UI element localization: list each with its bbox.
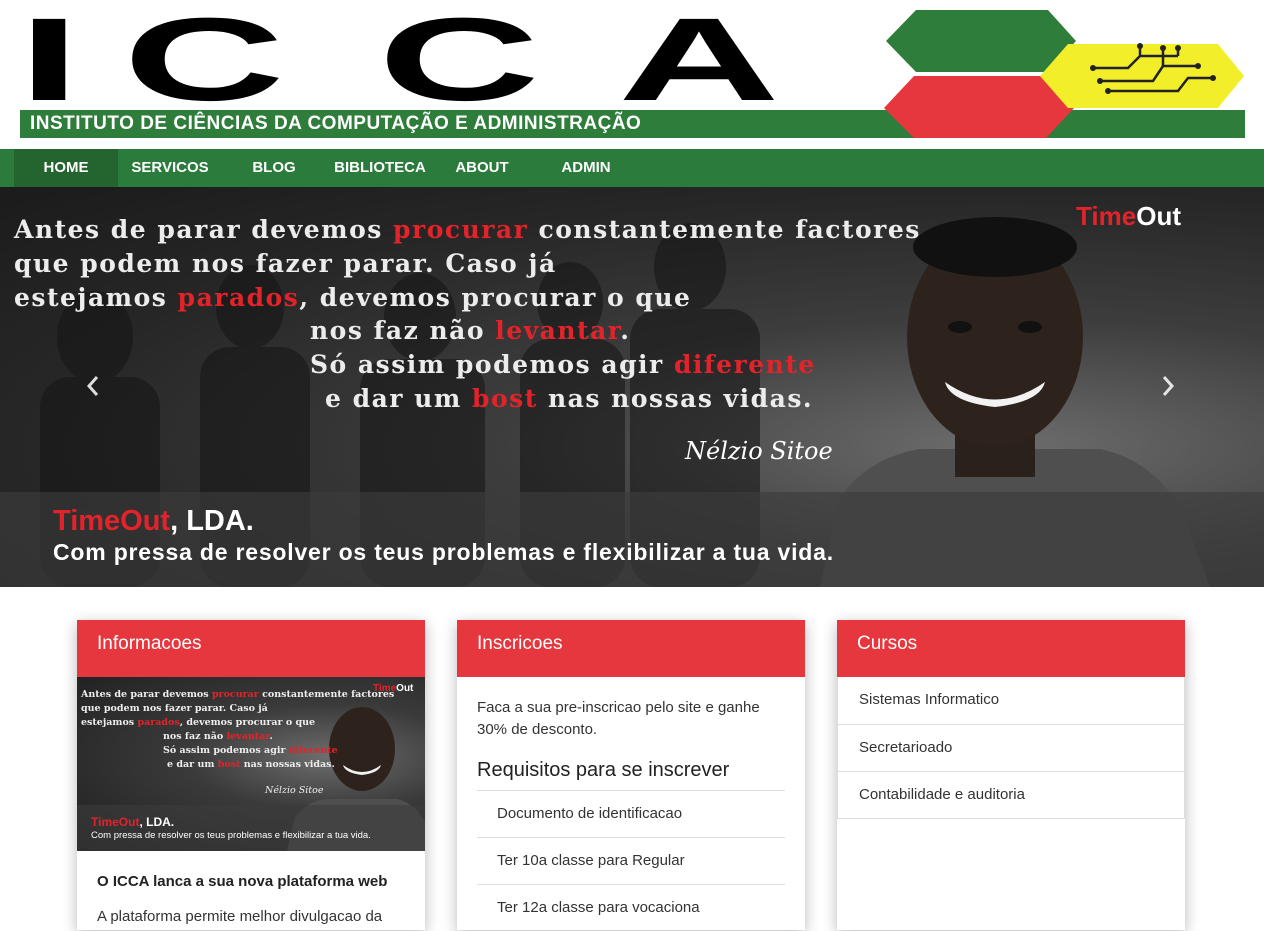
carousel-prev-button[interactable] (83, 375, 103, 399)
quote-text: que podem nos fazer parar. Caso já (14, 249, 557, 278)
requirement-item: Ter 10a classe para Regular (477, 837, 785, 884)
caption-brand: TimeOut (53, 505, 171, 537)
info-card-header: Informacoes (77, 620, 425, 677)
carousel-next-button[interactable] (1158, 375, 1178, 399)
quote-line: e dar um bost nas nossas vidas. (325, 384, 813, 413)
thumb-brand-time: Time (373, 683, 397, 694)
course-item[interactable]: Secretarioado (838, 724, 1184, 771)
thumb-quote-highlight: diferente (288, 745, 338, 756)
quote-highlight: levantar (495, 316, 621, 345)
quote-text: . (620, 316, 631, 345)
courses-list: Sistemas Informatico Secretarioado Conta… (837, 677, 1185, 819)
thumb-quote-highlight: bost (217, 759, 241, 770)
quote-line: estejamos parados, devemos procurar o qu… (14, 283, 691, 312)
quote-line: Só assim podemos agir diferente (310, 350, 816, 379)
thumb-quote-text: Só assim podemos agir (163, 745, 289, 756)
brand-out: Out (1136, 201, 1181, 231)
thumb-quote-line: Antes de parar devemos procurar constant… (81, 689, 394, 700)
nav-blog[interactable]: BLOG (232, 149, 316, 187)
inscricoes-card-header: Inscricoes (457, 620, 805, 677)
course-item[interactable]: Contabilidade e auditoria (838, 771, 1184, 818)
cursos-card: Cursos Sistemas Informatico Secretarioad… (837, 620, 1185, 930)
quote-highlight: bost (472, 384, 538, 413)
thumb-signature: Nélzio Sitoe (265, 785, 324, 796)
thumb-quote-highlight: levantar (226, 731, 270, 742)
quote-text: constantemente factores (528, 215, 921, 244)
thumb-brand-out: Out (396, 683, 414, 694)
nav-servicos[interactable]: SERVICOS (120, 149, 220, 187)
requirement-item: Documento de identificacao (477, 790, 785, 837)
quote-line: Antes de parar devemos procurar constant… (14, 215, 921, 244)
inscricoes-card: Inscricoes Faca a sua pre-inscricao pelo… (457, 620, 805, 930)
quote-text: Só assim podemos agir (310, 350, 674, 379)
chevron-left-icon (86, 376, 99, 396)
quote-signature: Nélzio Sitoe (685, 437, 833, 465)
cursos-card-header: Cursos (837, 620, 1185, 677)
logo-wordmark[interactable]: I C C A (18, 0, 878, 126)
nav-biblioteca[interactable]: BIBLIOTECA (330, 149, 430, 187)
requirements-list: Documento de identificacao Ter 10a class… (477, 790, 785, 931)
thumb-quote-line: nos faz não levantar. (163, 731, 273, 742)
carousel-brand-logo: TimeOut (1076, 201, 1181, 232)
thumb-quote-line: e dar um bost nas nossas vidas. (167, 759, 335, 770)
thumb-brand-logo: TimeOut (373, 683, 413, 694)
carousel-caption-subtitle: Com pressa de resolver os teus problemas… (53, 539, 834, 565)
requirement-item: Ter 12a classe para vocaciona (477, 884, 785, 931)
thumb-quote-text: nos faz não (163, 731, 227, 742)
inscricoes-card-text: Faca a sua pre-inscricao pelo site e gan… (477, 699, 760, 738)
logo-letter: C (378, 0, 540, 126)
main-navbar: HOME SERVICOS BLOG BIBLIOTECA ABOUT ADMI… (0, 149, 1264, 187)
logo-letter: C (123, 0, 285, 126)
quote-highlight: procurar (393, 215, 529, 244)
nav-home[interactable]: HOME (14, 149, 118, 187)
quote-text: nos faz não (310, 316, 496, 345)
thumb-caption-rest: , LDA. (139, 815, 175, 829)
brand-time: Time (1076, 201, 1137, 231)
chevron-right-icon (1162, 376, 1175, 396)
thumb-caption-subtitle: Com pressa de resolver os teus problemas… (91, 830, 371, 841)
logo-letter: A (618, 0, 780, 126)
thumb-quote-highlight: procurar (211, 689, 259, 700)
info-card: Informacoes Antes de parar devemos procu… (77, 620, 425, 930)
nav-about[interactable]: ABOUT (446, 149, 518, 187)
info-card-title[interactable]: O ICCA lanca a sua nova plataforma web (77, 851, 425, 890)
thumb-quote-text: e dar um (167, 759, 218, 770)
thumb-quote-text: , devemos procurar o que (179, 717, 316, 728)
thumb-caption-title: TimeOut, LDA. (91, 815, 174, 829)
info-card-text: A plataforma permite melhor divulgacao d… (97, 908, 383, 925)
hero-carousel[interactable]: TimeOut Antes de parar devemos procurar … (0, 187, 1264, 587)
thumb-quote-line: estejamos parados, devemos procurar o qu… (81, 717, 315, 728)
thumb-quote-text: Antes de parar devemos (81, 689, 212, 700)
thumb-caption-brand: TimeOut (91, 815, 140, 829)
quote-highlight: parados (177, 283, 300, 312)
circuit-emblem-icon (884, 10, 1244, 138)
info-card-image[interactable]: Antes de parar devemos procurar constant… (77, 677, 425, 851)
thumb-quote-line: Só assim podemos agir diferente (163, 745, 338, 756)
caption-title-rest: , LDA. (170, 505, 254, 537)
logo-tagline: INSTITUTO DE CIÊNCIAS DA COMPUTAÇÃO E AD… (30, 113, 642, 134)
requirements-heading: Requisitos para se inscrever (477, 759, 730, 781)
site-header-banner: I C C A INSTITUTO DE CIÊNCIAS DA COMPUTA… (0, 0, 1264, 149)
quote-text: , devemos procurar o que (299, 283, 692, 312)
thumb-quote-text: . (269, 731, 273, 742)
quote-text: estejamos (14, 283, 178, 312)
quote-text: Antes de parar devemos (14, 215, 394, 244)
thumb-quote-line: que podem nos fazer parar. Caso já (81, 703, 268, 714)
quote-text: nas nossas vidas. (537, 384, 814, 413)
nav-admin[interactable]: ADMIN (550, 149, 622, 187)
quote-line: nos faz não levantar. (310, 316, 630, 345)
thumb-quote-text: nas nossas vidas. (240, 759, 335, 770)
thumb-quote-text: estejamos (81, 717, 138, 728)
quote-text: e dar um (325, 384, 472, 413)
quote-line: que podem nos fazer parar. Caso já (14, 249, 557, 278)
thumb-quote-highlight: parados (137, 717, 180, 728)
logo-letter: I (18, 0, 81, 126)
quote-highlight: diferente (673, 350, 816, 379)
carousel-caption-title: TimeOut, LDA. (53, 505, 254, 538)
course-item[interactable]: Sistemas Informatico (838, 677, 1184, 724)
